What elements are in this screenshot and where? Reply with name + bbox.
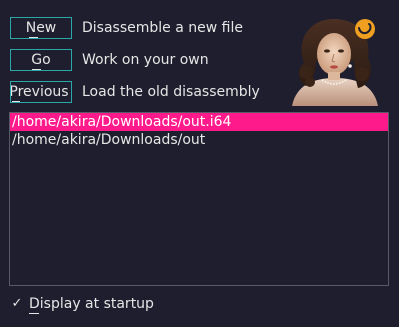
previous-row: Previous Load the old disassembly: [10, 81, 260, 103]
previous-description: Load the old disassembly: [82, 84, 260, 100]
display-at-startup-label: Display at startup: [29, 296, 154, 312]
previous-button[interactable]: Previous: [10, 81, 72, 103]
new-mnemonic-underline: [29, 37, 38, 38]
startup-mnemonic-underline: [29, 313, 39, 314]
new-description: Disassemble a new file: [82, 20, 243, 36]
new-row: New Disassemble a new file: [10, 17, 243, 39]
go-description: Work on your own: [82, 52, 209, 68]
display-at-startup-checkbox[interactable]: ✓ Display at startup: [10, 296, 154, 312]
checkbox-check-icon[interactable]: ✓: [10, 297, 24, 311]
ida-logo-icon: [355, 19, 375, 39]
previous-mnemonic-underline: [12, 101, 20, 102]
go-mnemonic-underline: [32, 69, 41, 70]
recent-file-item[interactable]: /home/akira/Downloads/out: [10, 131, 388, 149]
recent-file-item[interactable]: /home/akira/Downloads/out.i64: [10, 113, 388, 131]
go-row: Go Work on your own: [10, 49, 209, 71]
new-button[interactable]: New: [10, 17, 72, 39]
go-button[interactable]: Go: [10, 49, 72, 71]
recent-files-list[interactable]: /home/akira/Downloads/out.i64 /home/akir…: [9, 112, 389, 286]
